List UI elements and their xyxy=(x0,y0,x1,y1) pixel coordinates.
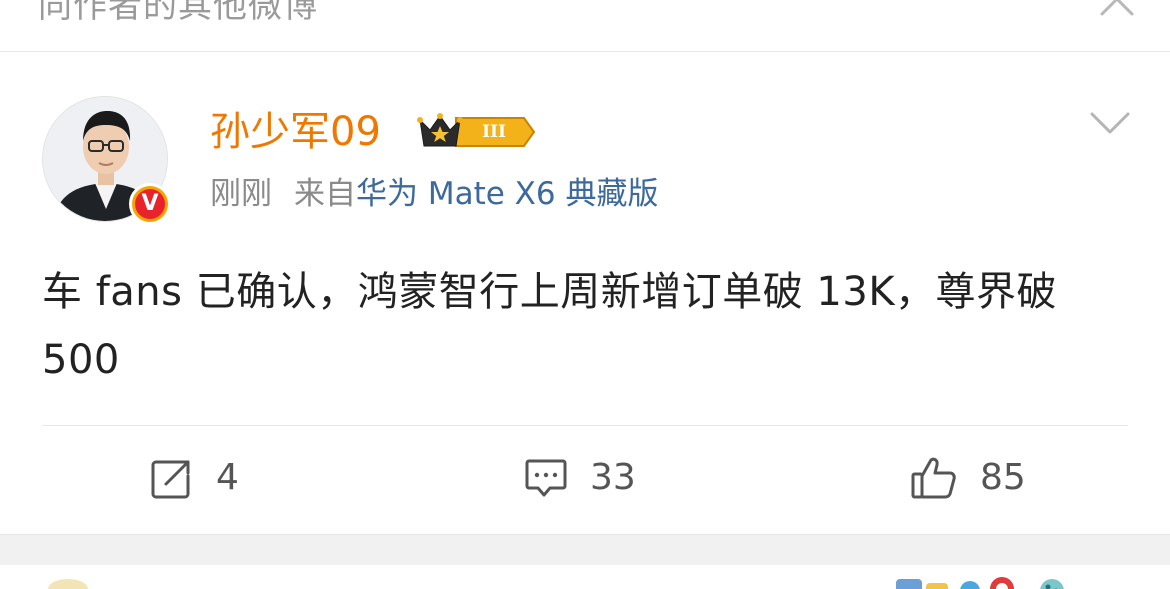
verified-v-icon: V xyxy=(135,189,165,219)
post-text: 车 fans 已确认，鸿蒙智行上周新增订单破 13K，尊界破 500 xyxy=(42,269,1058,383)
username[interactable]: 孙少军09 xyxy=(210,106,381,158)
source-prefix: 来自 xyxy=(294,176,356,212)
chevron-down-icon[interactable] xyxy=(1088,108,1132,138)
repost-button[interactable]: 4 xyxy=(150,448,239,508)
repost-count: 4 xyxy=(216,457,239,498)
vip-level: III xyxy=(482,122,506,142)
next-post-peek xyxy=(0,565,1170,589)
top-bar: 同作者的其他微博 xyxy=(0,0,1170,52)
post-meta: 刚刚 来自华为 Mate X6 典藏版 xyxy=(210,172,659,216)
like-count: 85 xyxy=(980,457,1026,498)
verified-badge: V xyxy=(129,183,171,225)
like-icon xyxy=(911,457,956,499)
comment-icon xyxy=(525,459,567,497)
decoration-stickers xyxy=(896,577,1064,589)
feed-separator xyxy=(0,534,1170,565)
source-link[interactable]: 华为 Mate X6 典藏版 xyxy=(356,176,659,212)
repost-icon xyxy=(151,460,190,499)
divider xyxy=(42,425,1128,426)
next-post-avatar-peek xyxy=(48,579,88,589)
like-button[interactable]: 85 xyxy=(910,448,1026,508)
top-bar-title: 同作者的其他微博 xyxy=(38,0,318,26)
comment-button[interactable]: 33 xyxy=(524,448,636,508)
post-time: 刚刚 xyxy=(210,176,272,212)
close-icon[interactable] xyxy=(1098,0,1136,18)
comment-count: 33 xyxy=(590,457,636,498)
